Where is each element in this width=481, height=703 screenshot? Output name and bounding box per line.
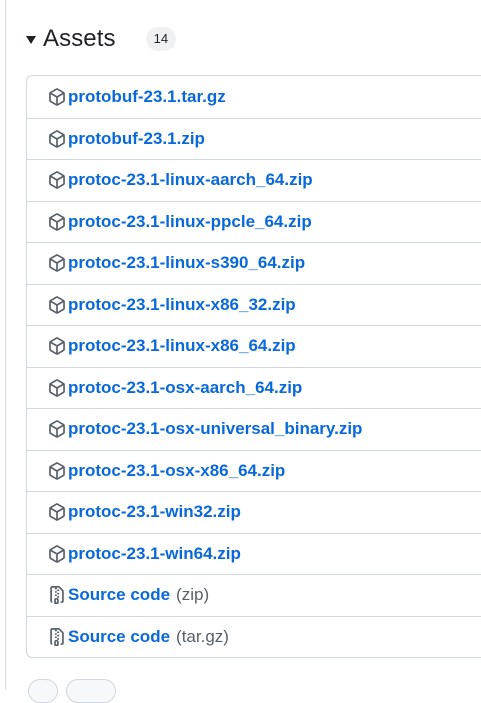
- asset-row: protobuf-23.1.tar.gz: [27, 76, 481, 118]
- asset-row: Source code (tar.gz): [27, 615, 481, 658]
- package-icon: [47, 378, 67, 398]
- assets-header: Assets 14: [26, 22, 177, 56]
- asset-link[interactable]: protobuf-23.1.tar.gz: [68, 87, 226, 107]
- reaction-bar: [28, 679, 116, 703]
- asset-link[interactable]: protoc-23.1-win32.zip: [68, 502, 241, 522]
- package-icon: [47, 461, 67, 481]
- package-icon: [47, 544, 67, 564]
- left-border: [5, 0, 6, 689]
- asset-link[interactable]: protoc-23.1-linux-ppcle_64.zip: [68, 212, 312, 232]
- source-code-format: (tar.gz): [176, 626, 229, 646]
- source-code-link[interactable]: Source code: [68, 585, 170, 605]
- asset-link[interactable]: protoc-23.1-linux-s390_64.zip: [68, 253, 305, 273]
- asset-link[interactable]: protoc-23.1-osx-aarch_64.zip: [68, 378, 302, 398]
- asset-row: protobuf-23.1.zip: [27, 117, 481, 160]
- reaction-button[interactable]: [28, 679, 58, 703]
- asset-link[interactable]: protoc-23.1-linux-x86_64.zip: [68, 336, 296, 356]
- caret-down-icon[interactable]: [26, 36, 36, 44]
- asset-link[interactable]: protobuf-23.1.zip: [68, 129, 205, 149]
- file-zip-icon: [47, 627, 67, 647]
- asset-link[interactable]: protoc-23.1-linux-aarch_64.zip: [68, 170, 313, 190]
- source-code-format: (zip): [176, 585, 210, 605]
- source-code-link[interactable]: Source code: [68, 627, 170, 647]
- asset-link[interactable]: protoc-23.1-win64.zip: [68, 544, 241, 564]
- package-icon: [47, 253, 67, 273]
- asset-link[interactable]: protoc-23.1-linux-x86_32.zip: [68, 295, 296, 315]
- asset-row: Source code (zip): [27, 574, 481, 616]
- package-icon: [47, 295, 67, 315]
- asset-row: protoc-23.1-linux-aarch_64.zip: [27, 159, 481, 201]
- file-zip-icon: [47, 585, 67, 605]
- package-icon: [47, 336, 67, 356]
- package-icon: [47, 87, 67, 107]
- asset-row: protoc-23.1-osx-aarch_64.zip: [27, 366, 481, 409]
- asset-row: protoc-23.1-win64.zip: [27, 532, 481, 575]
- asset-row: protoc-23.1-linux-x86_32.zip: [27, 283, 481, 326]
- reaction-count-button[interactable]: [66, 679, 116, 703]
- asset-row: protoc-23.1-osx-universal_binary.zip: [27, 408, 481, 450]
- package-icon: [47, 212, 67, 232]
- package-icon: [47, 129, 67, 149]
- asset-link[interactable]: protoc-23.1-osx-x86_64.zip: [68, 461, 285, 481]
- assets-count-badge: 14: [145, 27, 177, 51]
- assets-title[interactable]: Assets: [43, 25, 116, 53]
- assets-list: protobuf-23.1.tar.gz protobuf-23.1.zip p…: [26, 75, 481, 658]
- asset-row: protoc-23.1-linux-ppcle_64.zip: [27, 200, 481, 243]
- package-icon: [47, 502, 67, 522]
- package-icon: [47, 419, 67, 439]
- asset-row: protoc-23.1-osx-x86_64.zip: [27, 449, 481, 492]
- asset-link[interactable]: protoc-23.1-osx-universal_binary.zip: [68, 419, 362, 439]
- asset-row: protoc-23.1-linux-x86_64.zip: [27, 325, 481, 367]
- package-icon: [47, 170, 67, 190]
- asset-row: protoc-23.1-linux-s390_64.zip: [27, 242, 481, 284]
- asset-row: protoc-23.1-win32.zip: [27, 491, 481, 533]
